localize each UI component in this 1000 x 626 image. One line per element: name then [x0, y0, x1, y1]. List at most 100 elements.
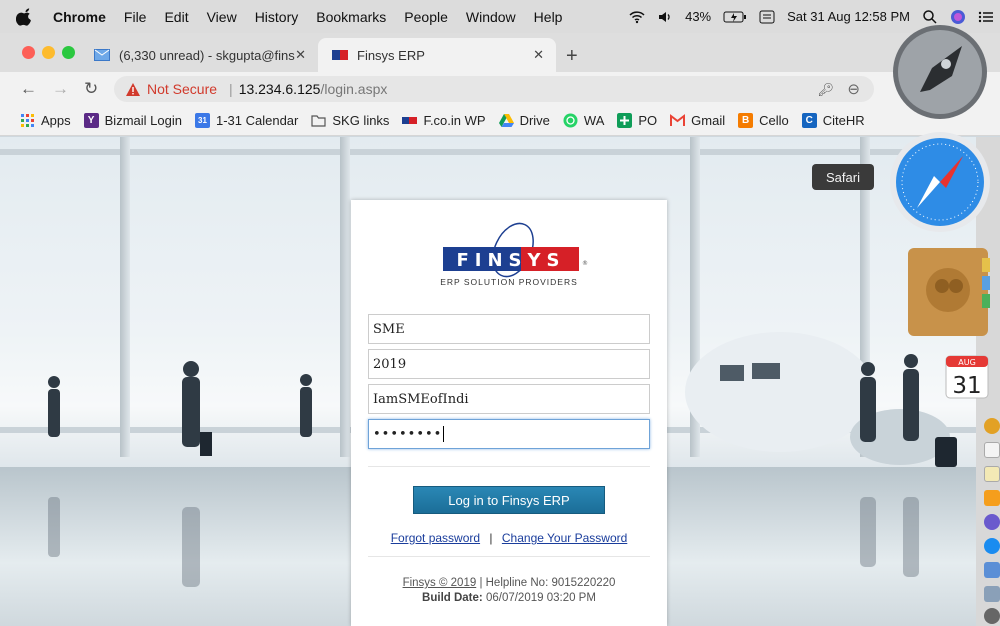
bookmark-label: Bizmail Login — [104, 113, 182, 128]
volume-icon[interactable] — [657, 9, 673, 25]
helpline-text: | Helpline No: 9015220220 — [479, 577, 616, 589]
login-button[interactable]: Log in to Finsys ERP — [413, 486, 605, 514]
macos-menubar: Chrome File Edit View History Bookmarks … — [0, 0, 1000, 33]
sheets-plus-icon — [617, 113, 633, 128]
account-links: Forgot password | Change Your Password — [351, 531, 667, 545]
bookmark-label: Drive — [519, 113, 550, 128]
bookmark-cello[interactable]: B Cello — [738, 113, 789, 128]
bookmark-label: Apps — [41, 113, 71, 128]
dock-tooltip: Safari — [812, 164, 874, 190]
menu-view[interactable]: View — [207, 9, 237, 25]
menu-app-chrome[interactable]: Chrome — [53, 9, 106, 25]
logo-registered-mark: ® — [582, 260, 588, 267]
url-host: 13.234.6.125 — [238, 81, 321, 97]
company-field[interactable]: SME — [368, 314, 650, 344]
warning-triangle-icon[interactable] — [126, 82, 140, 96]
menu-file[interactable]: File — [124, 9, 147, 25]
bookmark-label: CiteHR — [822, 113, 865, 128]
change-password-link[interactable]: Change Your Password — [502, 531, 627, 545]
year-field[interactable]: 2019 — [368, 349, 650, 379]
menu-history[interactable]: History — [255, 9, 299, 25]
folder-icon — [311, 115, 326, 127]
bookmark-skg-links[interactable]: SKG links — [311, 113, 389, 128]
bookmark-fco-wp[interactable]: F.co.in WP — [402, 113, 486, 128]
forward-arrow-icon[interactable]: → — [52, 79, 69, 99]
footer-line-2: Build Date: 06/07/2019 03:20 PM — [351, 591, 667, 606]
address-bar[interactable]: Not Secure | 13.234.6.125 /login.aspx 🔑︎… — [114, 76, 874, 102]
menu-help[interactable]: Help — [534, 9, 563, 25]
not-secure-label[interactable]: Not Secure — [147, 81, 217, 97]
tab-gmail-close-icon[interactable]: ✕ — [295, 47, 306, 63]
chrome-dock-icon[interactable] — [984, 418, 1000, 434]
menu-bookmarks[interactable]: Bookmarks — [316, 9, 386, 25]
battery-charging-icon[interactable] — [723, 9, 747, 25]
bookmark-wa[interactable]: WA — [563, 113, 604, 128]
new-tab-plus-icon[interactable]: + — [566, 45, 578, 68]
keyboard-input-icon[interactable] — [759, 9, 775, 25]
tab-gmail-title: (6,330 unread) - skgupta@fins — [119, 47, 295, 63]
footer-line-1: Finsys © 2019 | Helpline No: 9015220220 — [351, 576, 667, 591]
bookmark-citehr[interactable]: C CiteHR — [801, 113, 865, 128]
tab-finsys-close-icon[interactable]: ✕ — [533, 47, 544, 63]
browser-tab-strip: (6,330 unread) - skgupta@fins ✕ Finsys E… — [0, 33, 1000, 72]
textedit-dock-icon[interactable] — [984, 586, 1000, 602]
bookmark-po[interactable]: PO — [617, 113, 657, 128]
username-field[interactable]: IamSMEofIndi — [368, 384, 650, 414]
bookmark-apps[interactable]: Apps — [20, 113, 71, 128]
bookmark-calendar[interactable]: 31 1-31 Calendar — [194, 113, 298, 128]
zoom-magnifier-icon[interactable]: ⊖ — [847, 80, 860, 98]
copyright-link[interactable]: Finsys © 2019 — [403, 577, 477, 589]
url-path: /login.aspx — [320, 81, 388, 97]
url-separator: | — [229, 81, 233, 97]
cello-b-icon: B — [738, 113, 754, 128]
footer-divider — [368, 556, 650, 557]
menu-people[interactable]: People — [404, 9, 448, 25]
yahoo-y-icon: Y — [83, 113, 99, 128]
build-date-value: 06/07/2019 03:20 PM — [485, 592, 596, 604]
menu-window[interactable]: Window — [466, 9, 516, 25]
bookmark-label: Cello — [759, 113, 789, 128]
password-field[interactable]: •••••••• — [368, 419, 650, 449]
password-mask: •••••••• — [373, 426, 443, 442]
forgot-password-link[interactable]: Forgot password — [391, 531, 480, 545]
battery-percent: 43% — [685, 9, 712, 24]
bookmarks-bar: Apps Y Bizmail Login 31 1-31 Calendar SK… — [0, 106, 1000, 136]
contacts-book-icon[interactable] — [902, 244, 994, 340]
safari-compass-icon[interactable] — [888, 130, 992, 234]
launchpad-rocket-icon[interactable] — [890, 22, 990, 122]
notes-dock-icon[interactable] — [984, 442, 1000, 458]
card-footer: Finsys © 2019 | Helpline No: 9015220220 … — [351, 556, 667, 606]
back-arrow-icon[interactable]: ← — [20, 79, 37, 99]
window-close-button[interactable] — [22, 46, 35, 59]
wifi-icon[interactable] — [629, 9, 645, 25]
tab-gmail[interactable]: (6,330 unread) - skgupta@fins ✕ — [80, 38, 318, 72]
imovie-star-dock-icon[interactable] — [984, 514, 1000, 530]
system-preferences-dock-icon[interactable] — [984, 608, 1000, 624]
whatsapp-icon — [563, 113, 578, 128]
bookmark-drive[interactable]: Drive — [498, 113, 550, 128]
apps-grid-icon — [21, 114, 34, 127]
window-minimize-button[interactable] — [42, 46, 55, 59]
bookmark-label: PO — [638, 113, 658, 128]
finsys-favicon-icon — [332, 50, 348, 60]
menu-edit[interactable]: Edit — [164, 9, 188, 25]
logo-text: FINSYS — [456, 250, 565, 271]
calendar-icon: 31 — [194, 113, 210, 128]
calendar-day: 31 — [952, 373, 981, 399]
gmail-envelope-icon — [94, 49, 110, 61]
bookmark-label: Gmail — [691, 113, 726, 128]
tab-finsys[interactable]: Finsys ERP ✕ — [318, 38, 556, 72]
window-zoom-button[interactable] — [62, 46, 75, 59]
bookmark-label: F.co.in WP — [423, 113, 486, 128]
password-key-icon[interactable]: 🔑︎ — [817, 82, 834, 98]
bookmark-label: WA — [583, 113, 605, 128]
bookmark-bizmail[interactable]: Y Bizmail Login — [83, 113, 182, 128]
stickies-dock-icon[interactable] — [984, 466, 1000, 482]
calendar-app-icon[interactable]: AUG 31 — [944, 354, 990, 400]
reload-icon[interactable]: ↻ — [84, 79, 98, 99]
app-store-dock-icon[interactable] — [984, 538, 1000, 554]
numbers-dock-icon[interactable] — [984, 490, 1000, 506]
bookmark-gmail[interactable]: Gmail — [670, 113, 725, 128]
preview-dock-icon[interactable] — [984, 562, 1000, 578]
apple-logo-icon[interactable] — [16, 7, 34, 26]
